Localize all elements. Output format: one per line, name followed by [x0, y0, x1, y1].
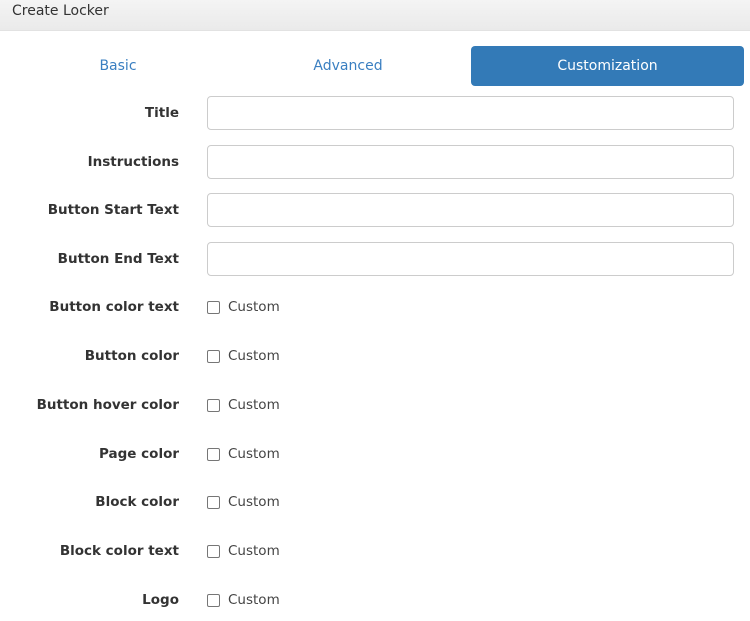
- block-color-text-label: Block color text: [59, 543, 179, 559]
- button-color-checkbox-label[interactable]: Custom: [228, 348, 280, 364]
- block-color-text-checkbox-label[interactable]: Custom: [228, 543, 280, 559]
- button-end-text-input[interactable]: [207, 242, 734, 276]
- block-color-text-checkbox[interactable]: [207, 544, 220, 558]
- logo-checkbox-label[interactable]: Custom: [228, 592, 280, 608]
- instructions-label: Instructions: [87, 154, 179, 170]
- button-hover-color-checkbox[interactable]: [207, 398, 220, 412]
- block-color-label: Block color: [95, 494, 179, 510]
- field-row-button-end-text: Button End Text: [0, 242, 750, 276]
- instructions-input[interactable]: [207, 145, 734, 179]
- field-row-title: Title: [0, 96, 750, 130]
- button-color-text-label: Button color text: [49, 299, 179, 315]
- tab-basic[interactable]: Basic: [4, 46, 232, 86]
- button-hover-color-checkbox-label[interactable]: Custom: [228, 397, 280, 413]
- block-color-checkbox[interactable]: [207, 495, 220, 509]
- page-color-checkbox[interactable]: [207, 447, 220, 461]
- logo-label: Logo: [142, 592, 179, 608]
- window-header: Create Locker: [0, 0, 750, 31]
- page-color-checkbox-label[interactable]: Custom: [228, 446, 280, 462]
- logo-custom[interactable]: Custom: [207, 583, 280, 617]
- button-start-text-label: Button Start Text: [47, 202, 179, 218]
- option-row-button-color-text: Button color text Custom: [0, 290, 750, 324]
- option-row-block-color-text: Block color text Custom: [0, 534, 750, 568]
- option-row-block-color: Block color Custom: [0, 485, 750, 519]
- option-row-page-color: Page color Custom: [0, 437, 750, 471]
- button-color-text-checkbox-label[interactable]: Custom: [228, 299, 280, 315]
- block-color-checkbox-label[interactable]: Custom: [228, 494, 280, 510]
- option-row-logo: Logo Custom: [0, 583, 750, 617]
- button-color-custom[interactable]: Custom: [207, 339, 280, 373]
- title-input[interactable]: [207, 96, 734, 130]
- option-row-button-hover-color: Button hover color Custom: [0, 388, 750, 422]
- option-row-button-color: Button color Custom: [0, 339, 750, 373]
- block-color-custom[interactable]: Custom: [207, 485, 280, 519]
- button-color-label: Button color: [84, 348, 179, 364]
- button-hover-color-custom[interactable]: Custom: [207, 388, 280, 422]
- window-title: Create Locker: [12, 3, 109, 19]
- button-start-text-input[interactable]: [207, 193, 734, 227]
- tab-advanced[interactable]: Advanced: [234, 46, 462, 86]
- button-color-text-checkbox[interactable]: [207, 300, 220, 314]
- tab-customization[interactable]: Customization: [471, 46, 744, 86]
- button-hover-color-label: Button hover color: [36, 397, 179, 413]
- button-end-text-label: Button End Text: [57, 251, 179, 267]
- button-color-checkbox[interactable]: [207, 349, 220, 363]
- page-color-label: Page color: [99, 446, 179, 462]
- logo-checkbox[interactable]: [207, 593, 220, 607]
- page-color-custom[interactable]: Custom: [207, 437, 280, 471]
- field-row-button-start-text: Button Start Text: [0, 193, 750, 227]
- button-color-text-custom[interactable]: Custom: [207, 290, 280, 324]
- field-row-instructions: Instructions: [0, 145, 750, 179]
- block-color-text-custom[interactable]: Custom: [207, 534, 280, 568]
- title-label: Title: [144, 105, 179, 121]
